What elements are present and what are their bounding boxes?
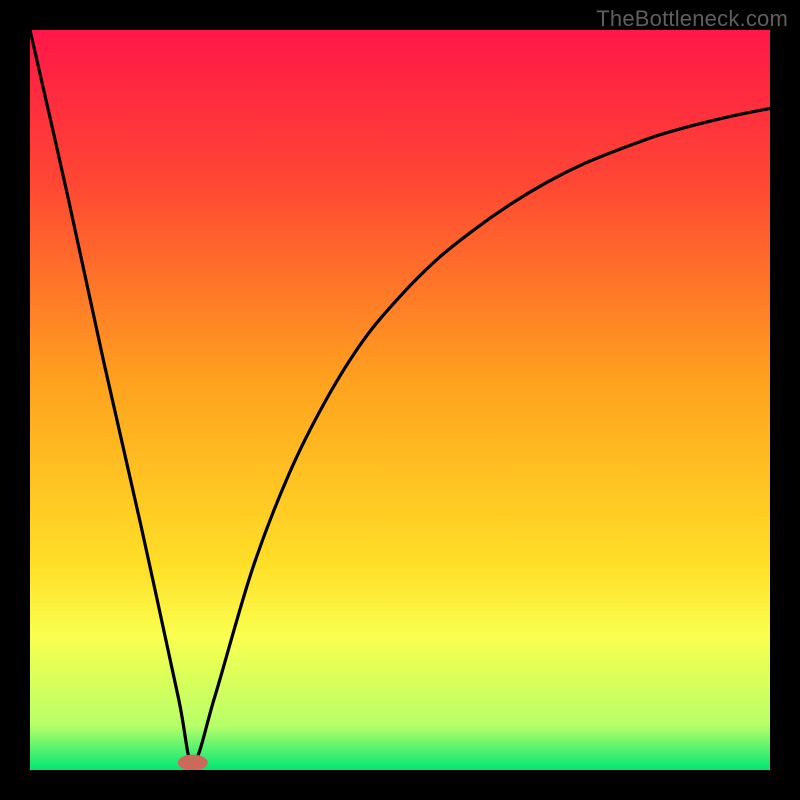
gradient-background	[30, 30, 770, 770]
watermark-text: TheBottleneck.com	[596, 6, 788, 32]
optimum-marker	[178, 755, 208, 770]
chart-svg	[30, 30, 770, 770]
plot-area	[30, 30, 770, 770]
chart-frame: TheBottleneck.com	[0, 0, 800, 800]
